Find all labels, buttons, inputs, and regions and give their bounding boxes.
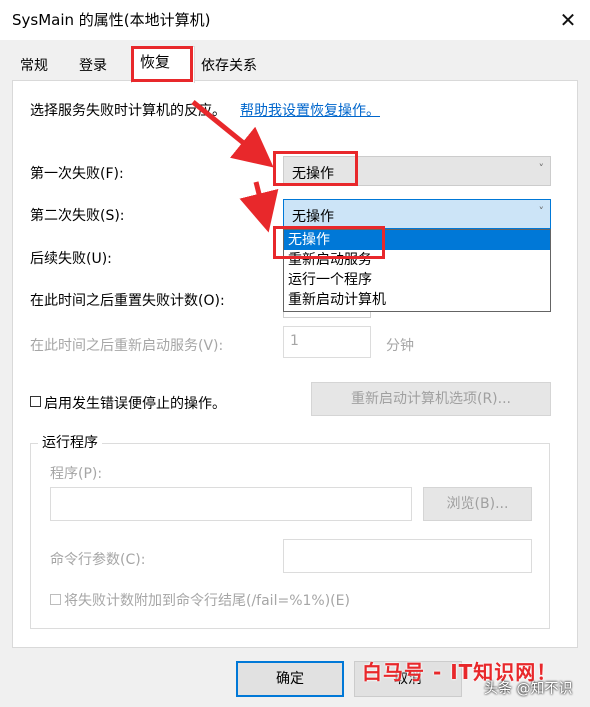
red-arrow-icon [191,100,279,233]
watermark-author: 头条 @知不识 [484,681,573,697]
